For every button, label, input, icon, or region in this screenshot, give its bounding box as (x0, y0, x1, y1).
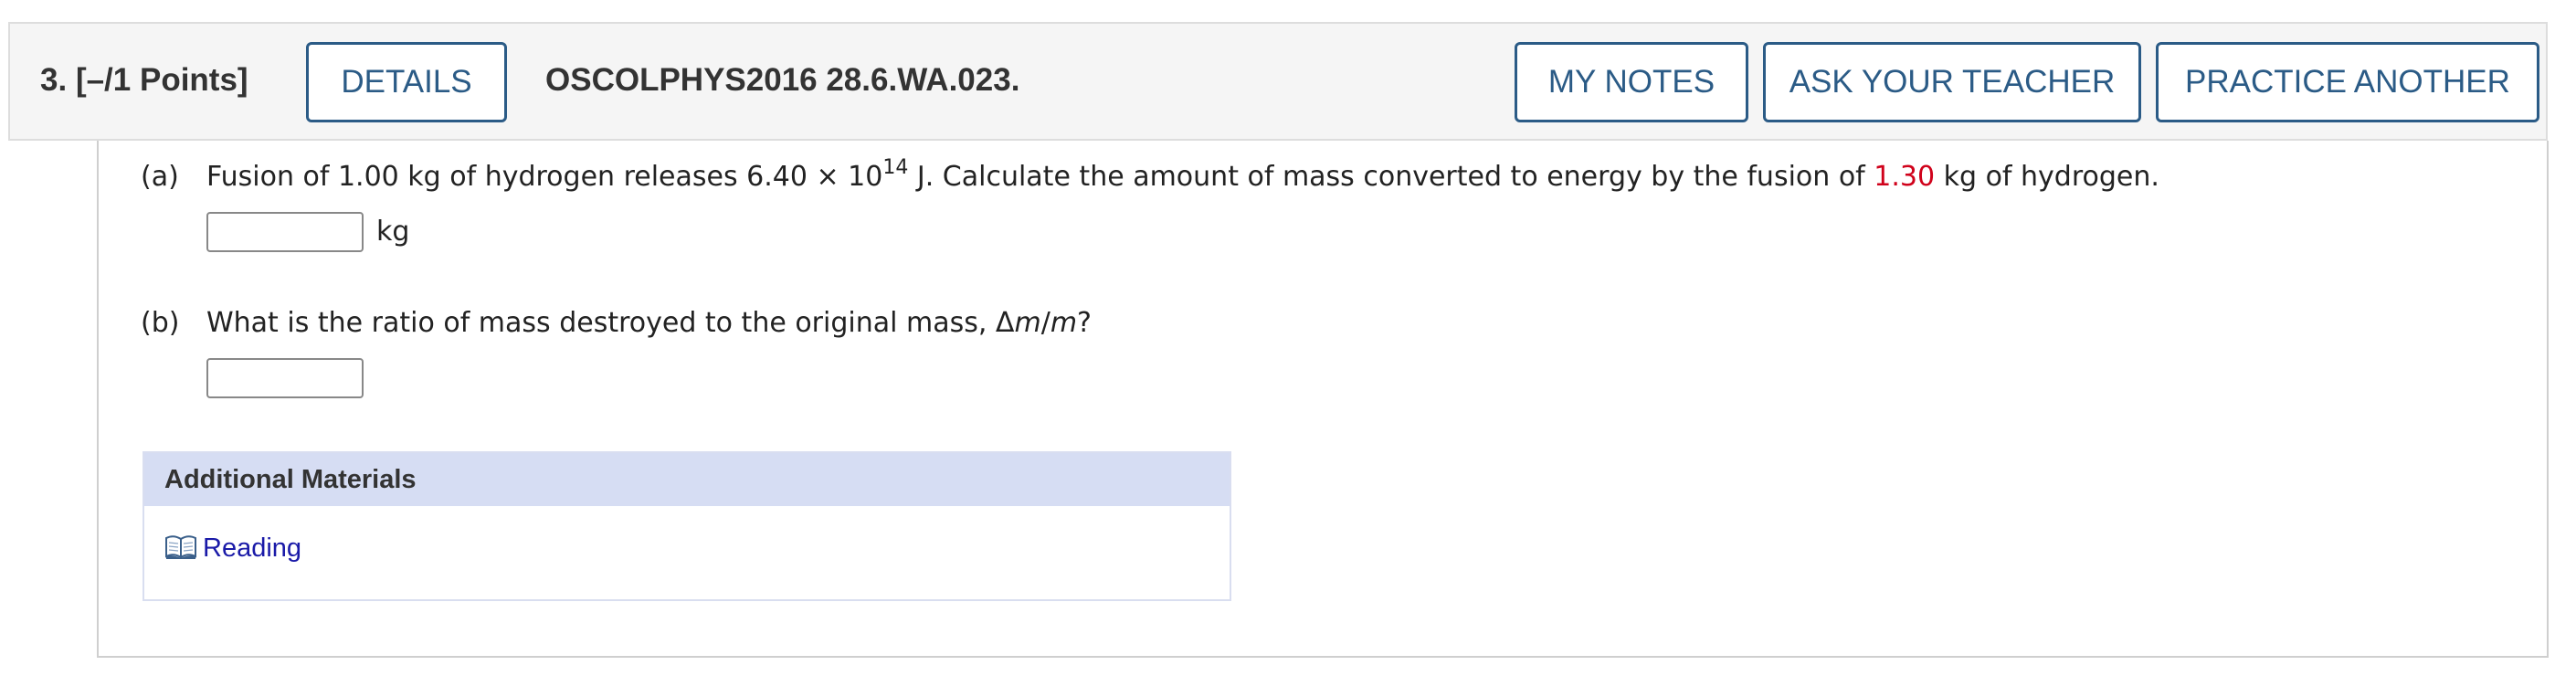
part-a-unit: kg (376, 216, 410, 248)
part-b-prompt: (b) What is the ratio of mass destroyed t… (141, 305, 1092, 342)
points-label: [–/1 Points] (75, 62, 248, 98)
part-b-text-after: ? (1077, 307, 1092, 339)
question-code: OSCOLPHYS2016 28.6.WA.023. (545, 62, 1020, 98)
reading-label: Reading (203, 533, 302, 563)
part-b-var-m1: m (1014, 307, 1041, 339)
part-b-var-m2: m (1050, 307, 1078, 339)
part-a-highlight-value: 1.30 (1874, 161, 1936, 193)
question-number: 3. (40, 62, 68, 98)
part-b-answer-input[interactable] (206, 358, 364, 398)
book-icon (164, 534, 197, 560)
part-b-label: (b) (141, 307, 180, 339)
practice-another-button[interactable]: PRACTICE ANOTHER (2156, 42, 2539, 122)
question-header: 3. [–/1 Points] DETAILS OSCOLPHYS2016 28… (8, 22, 2548, 141)
question-body: (a) Fusion of 1.00 kg of hydrogen release… (97, 141, 2549, 658)
ask-your-teacher-button[interactable]: ASK YOUR TEACHER (1763, 42, 2141, 122)
additional-materials-heading: Additional Materials (144, 453, 1230, 506)
part-a-label: (a) (141, 161, 179, 193)
part-a-answer-input[interactable] (206, 212, 364, 252)
part-a-prompt: (a) Fusion of 1.00 kg of hydrogen release… (141, 156, 2159, 195)
details-button[interactable]: DETAILS (306, 42, 507, 122)
additional-materials-panel: Additional Materials Reading (143, 451, 1231, 601)
reading-link[interactable]: Reading (164, 532, 301, 565)
part-b-text-before: What is the ratio of mass destroyed to t… (206, 307, 1015, 339)
part-a-exponent: 14 (882, 156, 909, 179)
part-a-text-after: kg of hydrogen. (1935, 161, 2159, 193)
part-b-slash: / (1040, 307, 1050, 339)
part-a-text-before: Fusion of 1.00 kg of hydrogen releases 6… (206, 161, 883, 193)
question-number-points: 3. [–/1 Points] (40, 60, 248, 100)
part-a-text-middle: J. Calculate the amount of mass converte… (908, 161, 1874, 193)
my-notes-button[interactable]: MY NOTES (1515, 42, 1748, 122)
